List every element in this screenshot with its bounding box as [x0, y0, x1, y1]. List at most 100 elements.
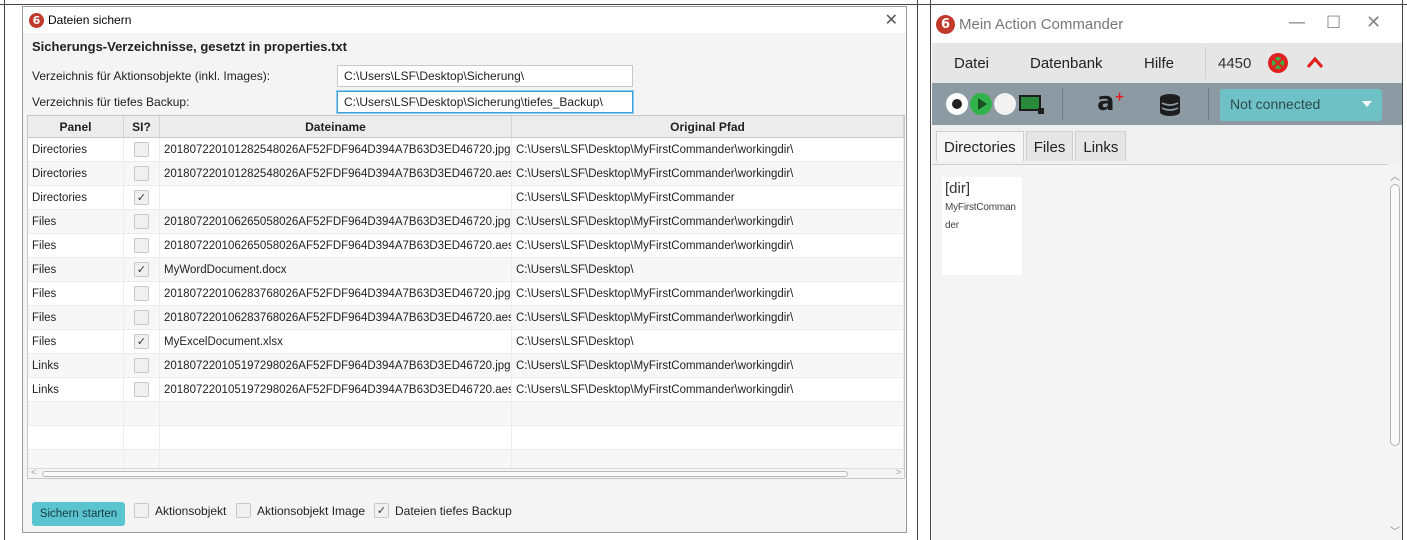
screen-capture-icon[interactable] — [1019, 95, 1044, 114]
table-row[interactable]: Files 201807220106283768026AF52FDF964D394… — [28, 306, 904, 330]
scroll-down-icon[interactable]: ﹀ — [1390, 523, 1400, 538]
backup-heading: Sicherungs-Verzeichnisse, gesetzt in pro… — [32, 39, 347, 54]
column-header-si[interactable]: SI? — [124, 116, 160, 137]
cell-filename: 201807220106265058026AF52FDF964D394A7B63… — [160, 234, 512, 257]
cell-original-path: C:\Users\LSF\Desktop\MyFirstCommander — [512, 186, 904, 209]
scrollbar-thumb[interactable] — [42, 471, 848, 477]
table-row[interactable]: Files 201807220106265058026AF52FDF964D394… — [28, 210, 904, 234]
database-icon[interactable] — [1158, 93, 1182, 122]
scroll-left-icon[interactable]: < — [31, 467, 36, 477]
option-action-object-checkbox[interactable] — [134, 503, 149, 518]
connection-select[interactable]: Not connected — [1220, 89, 1382, 121]
table-row[interactable]: Links 201807220105197298026AF52FDF964D394… — [28, 354, 904, 378]
table-row[interactable]: Files ✓ MyWordDocument.docx C:\Users\LSF\De… — [28, 258, 904, 282]
column-header-filename[interactable]: Dateiname — [160, 116, 512, 137]
cell-si: ✓ — [124, 186, 160, 209]
si-checkbox[interactable] — [134, 214, 149, 229]
frame-line — [917, 0, 918, 540]
table-row[interactable] — [28, 402, 904, 426]
table-row[interactable]: Directories 201807220101282548026AF52FDF9… — [28, 162, 904, 186]
minimize-icon[interactable]: — — [1288, 12, 1306, 33]
connection-select-value: Not connected — [1230, 96, 1321, 112]
table-row[interactable]: Directories ✓ C:\Users\LSF\Desktop\MyFirst… — [28, 186, 904, 210]
chevron-down-icon[interactable] — [1362, 101, 1372, 107]
cell-si — [124, 354, 160, 377]
table-row[interactable] — [28, 426, 904, 450]
directory-item[interactable]: [dir] MyFirstCommander — [942, 177, 1022, 275]
si-checkbox[interactable] — [134, 142, 149, 157]
cell-panel: Directories — [28, 186, 124, 209]
maximize-icon[interactable]: ☐ — [1326, 13, 1341, 33]
cell-filename: 201807220106265058026AF52FDF964D394A7B63… — [160, 210, 512, 233]
si-checkbox[interactable]: ✓ — [134, 262, 149, 277]
cell-panel: Files — [28, 258, 124, 281]
cell-panel: Links — [28, 354, 124, 377]
window-title: Mein Action Commander — [959, 16, 1124, 33]
scrollbar-thumb[interactable] — [1390, 184, 1400, 446]
menu-datenbank[interactable]: Datenbank — [1030, 55, 1103, 72]
table-row[interactable]: Files 201807220106265058026AF52FDF964D394… — [28, 234, 904, 258]
panel-tabs: Directories Files Links — [936, 131, 1128, 161]
option-action-object[interactable]: Aktionsobjekt — [134, 503, 226, 518]
action-objects-dir-input[interactable]: C:\Users\LSF\Desktop\Sicherung\ — [337, 65, 633, 87]
si-checkbox[interactable] — [134, 286, 149, 301]
stop-icon[interactable] — [994, 93, 1016, 115]
cell-filename: 201807220106283768026AF52FDF964D394A7B63… — [160, 282, 512, 305]
chevron-up-icon[interactable] — [1306, 55, 1324, 74]
cell-panel: Files — [28, 234, 124, 257]
cell-filename: 201807220105197298026AF52FDF964D394A7B63… — [160, 354, 512, 377]
option-action-object-image[interactable]: Aktionsobjekt Image — [236, 503, 365, 518]
si-checkbox[interactable]: ✓ — [134, 190, 149, 205]
horizontal-scrollbar[interactable]: < > — [28, 467, 904, 478]
si-checkbox[interactable] — [134, 358, 149, 373]
frame-line — [4, 0, 5, 540]
dir-name-label: MyFirstCommander — [945, 202, 1016, 231]
si-checkbox[interactable] — [134, 310, 149, 325]
start-backup-button[interactable]: Sichern starten — [32, 502, 125, 526]
cell-original-path: C:\Users\LSF\Desktop\MyFirstCommander\wo… — [512, 282, 904, 305]
close-icon[interactable]: ✕ — [1366, 12, 1381, 33]
record-icon[interactable] — [946, 93, 968, 115]
si-checkbox[interactable] — [134, 382, 149, 397]
add-action-icon[interactable]: a+ — [1097, 87, 1125, 117]
cell-original-path — [512, 402, 904, 425]
option-action-object-image-checkbox[interactable] — [236, 503, 251, 518]
tab-files[interactable]: Files — [1025, 131, 1074, 161]
scroll-right-icon[interactable]: > — [896, 467, 901, 477]
port-number: 4450 — [1218, 54, 1252, 72]
option-label: Aktionsobjekt Image — [257, 503, 366, 518]
close-icon[interactable]: ✕ — [885, 10, 898, 29]
cell-filename: 201807220101282548026AF52FDF964D394A7B63… — [160, 162, 512, 185]
cell-filename: 201807220106283768026AF52FDF964D394A7B63… — [160, 306, 512, 329]
vertical-scrollbar[interactable]: ︿ ﹀ — [1388, 164, 1402, 540]
scroll-up-icon[interactable]: ︿ — [1390, 168, 1400, 183]
option-deep-backup-files-checkbox[interactable]: ✓ — [374, 503, 389, 518]
cell-si — [124, 282, 160, 305]
cell-filename: 201807220105197298026AF52FDF964D394A7B63… — [160, 378, 512, 401]
disconnect-status-icon[interactable] — [1267, 52, 1289, 79]
files-table: Panel SI? Dateiname Original Pfad Direct… — [27, 115, 905, 479]
si-checkbox[interactable] — [134, 166, 149, 181]
menu-datei[interactable]: Datei — [954, 55, 989, 72]
action-commander-window: 6 Mein Action Commander — ☐ ✕ Datei Date… — [932, 6, 1402, 540]
play-icon[interactable] — [970, 93, 992, 115]
option-label: Aktionsobjekt — [155, 503, 227, 518]
cell-panel: Directories — [28, 138, 124, 161]
frame-line — [1402, 0, 1403, 540]
table-row[interactable]: Links 201807220105197298026AF52FDF964D394… — [28, 378, 904, 402]
menu-hilfe[interactable]: Hilfe — [1144, 55, 1174, 72]
option-deep-backup-files[interactable]: ✓ Dateien tiefes Backup — [374, 503, 512, 518]
si-checkbox[interactable]: ✓ — [134, 334, 149, 349]
deep-backup-dir-input[interactable]: C:\Users\LSF\Desktop\Sicherung\tiefes_Ba… — [337, 91, 633, 113]
backup-dialog: 6 Dateien sichern ✕ Sicherungs-Verzeichn… — [22, 6, 907, 533]
tab-directories[interactable]: Directories — [936, 131, 1024, 161]
column-header-panel[interactable]: Panel — [28, 116, 124, 137]
table-row[interactable]: Directories 201807220101282548026AF52FDF9… — [28, 138, 904, 162]
table-header: Panel SI? Dateiname Original Pfad — [28, 116, 904, 138]
column-header-original-path[interactable]: Original Pfad — [512, 116, 904, 137]
tab-links[interactable]: Links — [1075, 131, 1127, 161]
cell-original-path: C:\Users\LSF\Desktop\MyFirstCommander\wo… — [512, 306, 904, 329]
table-row[interactable]: Files ✓ MyExcelDocument.xlsx C:\Users\LSF\D… — [28, 330, 904, 354]
si-checkbox[interactable] — [134, 238, 149, 253]
table-row[interactable]: Files 201807220106283768026AF52FDF964D394… — [28, 282, 904, 306]
